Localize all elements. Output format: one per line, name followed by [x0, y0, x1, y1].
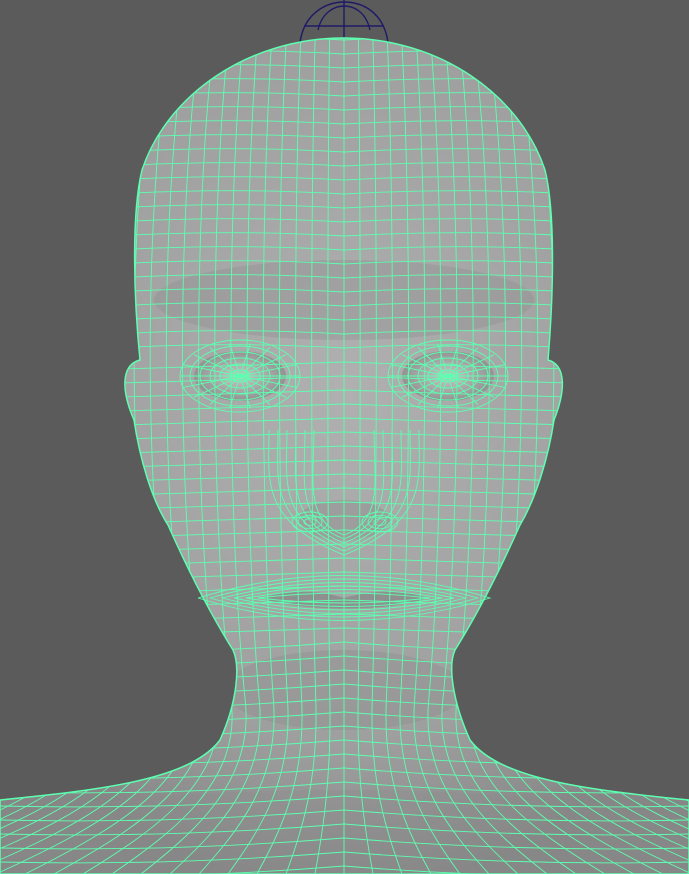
3d-viewport[interactable]	[0, 0, 689, 874]
head-mesh-render[interactable]	[0, 0, 689, 874]
